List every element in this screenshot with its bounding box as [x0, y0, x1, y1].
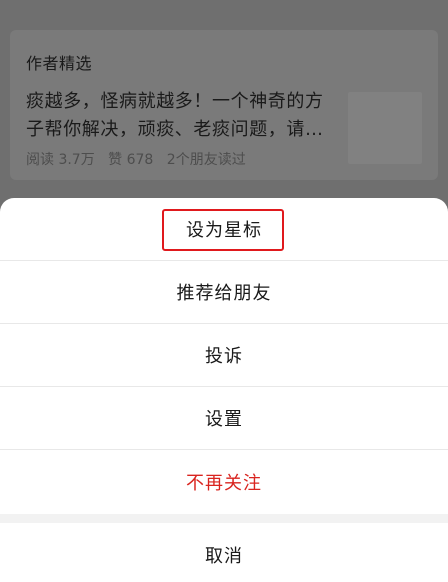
article-title[interactable]: 痰越多，怪病就越多！一个神奇的方子帮你解决，顽痰、老痰问题，请… — [26, 88, 336, 144]
complain-button[interactable]: 投诉 — [0, 324, 448, 387]
recommend-label: 推荐给朋友 — [176, 283, 272, 304]
complain-label: 投诉 — [205, 346, 243, 367]
recommend-to-friend-button[interactable]: 推荐给朋友 — [0, 261, 448, 324]
friends-read: 2个朋友读过 — [166, 152, 246, 168]
set-star-button[interactable]: 设为星标 — [0, 198, 448, 261]
unfollow-button[interactable]: 不再关注 — [0, 450, 448, 513]
article-meta: 阅读 3.7万 赞 678 2个朋友读过 — [26, 149, 255, 169]
set-star-label: 设为星标 — [186, 220, 262, 241]
section-separator — [0, 514, 448, 523]
action-sheet: 设为星标 推荐给朋友 投诉 设置 不再关注 取消 — [0, 198, 448, 582]
like-count: 赞 678 — [108, 152, 154, 168]
article-thumbnail[interactable] — [348, 92, 422, 164]
author-picks-card[interactable]: 作者精选 痰越多，怪病就越多！一个神奇的方子帮你解决，顽痰、老痰问题，请… 阅读… — [10, 30, 438, 180]
read-count: 阅读 3.7万 — [26, 152, 95, 168]
settings-button[interactable]: 设置 — [0, 387, 448, 450]
settings-label: 设置 — [205, 409, 243, 430]
unfollow-label: 不再关注 — [186, 472, 262, 494]
card-header: 作者精选 — [26, 54, 93, 73]
cancel-label: 取消 — [205, 545, 243, 567]
cancel-button[interactable]: 取消 — [0, 523, 448, 582]
